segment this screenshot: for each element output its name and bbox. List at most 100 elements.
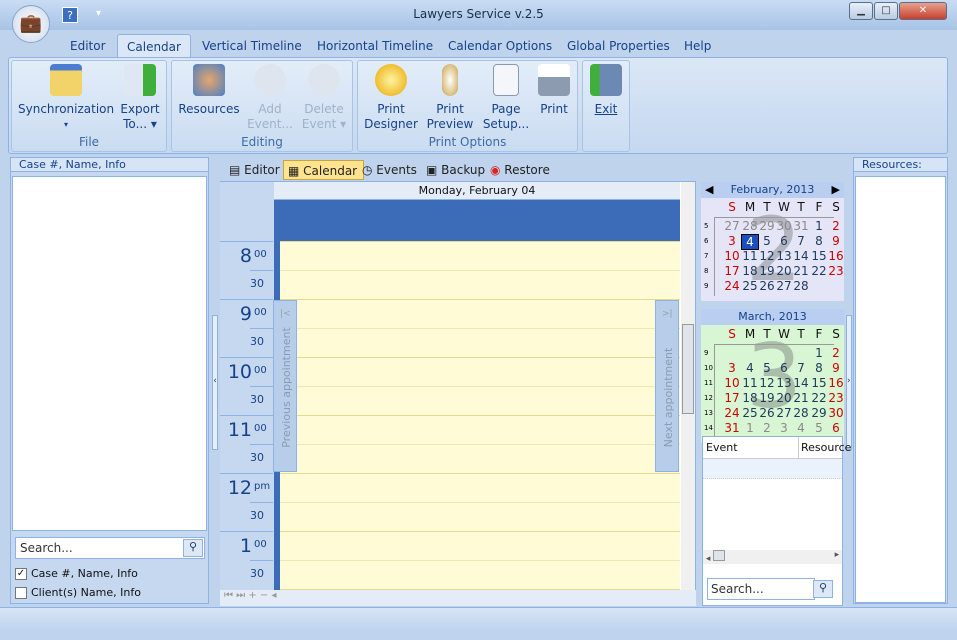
calendar-day[interactable]: 4 <box>741 234 759 250</box>
calendar-day[interactable]: 16 <box>827 249 844 263</box>
calendar-day[interactable]: 30 <box>827 406 844 420</box>
grid-new-row[interactable] <box>703 459 842 479</box>
day-time-grid[interactable] <box>274 241 680 590</box>
export-button[interactable]: Export To... ▾ <box>118 64 162 132</box>
calendar-day[interactable]: 24 <box>723 279 741 293</box>
view-tab-editor[interactable]: ▤ Editor <box>225 160 286 180</box>
calendar-day[interactable]: 26 <box>758 279 776 293</box>
calendar-day[interactable]: 8 <box>810 234 828 248</box>
calendar-day[interactable]: 13 <box>775 249 793 263</box>
delete-event-button[interactable]: Delete Event ▾ <box>298 64 350 132</box>
exit-button[interactable]: Exit <box>586 64 626 117</box>
view-tab-calendar[interactable]: ▦ Calendar <box>283 160 365 180</box>
column-resource[interactable]: Resource <box>798 437 851 459</box>
close-button[interactable]: ✕ <box>899 2 947 20</box>
print-preview-button[interactable]: Print Preview <box>424 64 476 132</box>
calendar-day[interactable]: 13 <box>775 376 793 390</box>
previous-appointment-button[interactable]: |< Previous appointment <box>273 300 297 472</box>
event-search-input[interactable]: Search... <box>707 578 815 600</box>
option-client-info[interactable]: Client(s) Name, Info <box>15 586 141 599</box>
calendar-day[interactable]: 11 <box>741 376 759 390</box>
page-setup-button[interactable]: Page Setup... <box>482 64 530 132</box>
calendar-day[interactable]: 17 <box>723 391 741 405</box>
calendar-day[interactable]: 9 <box>827 234 844 248</box>
calendar-day[interactable]: 3 <box>723 234 741 248</box>
calendar-day[interactable]: 7 <box>792 361 810 375</box>
calendar-day[interactable]: 25 <box>741 406 759 420</box>
calendar-day[interactable]: 18 <box>741 264 759 278</box>
calendar-day[interactable]: 31 <box>792 219 810 233</box>
right-splitter[interactable]: › <box>846 315 852 450</box>
calendar-day[interactable]: 1 <box>741 421 759 435</box>
calendar-day[interactable]: 28 <box>792 279 810 293</box>
calendar-day[interactable]: 4 <box>792 421 810 435</box>
view-tab-events[interactable]: ◷ Events <box>358 160 423 180</box>
next-month-arrow-icon[interactable]: ▶ <box>832 183 840 196</box>
checkbox[interactable]: ✓ <box>15 568 27 580</box>
calendar-day[interactable]: 30 <box>775 219 793 233</box>
calendar-day[interactable]: 1 <box>810 346 828 360</box>
calendar-day[interactable]: 27 <box>775 279 793 293</box>
calendar-day[interactable]: 27 <box>775 406 793 420</box>
calendar-day[interactable]: 18 <box>741 391 759 405</box>
add-event-button[interactable]: Add Event... <box>245 64 295 132</box>
calendar-day[interactable]: 6 <box>775 234 793 248</box>
calendar-day[interactable]: 24 <box>723 406 741 420</box>
view-tab-backup[interactable]: ▣ Backup <box>422 160 491 180</box>
calendar-day[interactable]: 1 <box>810 219 828 233</box>
calendar-day[interactable]: 29 <box>758 219 776 233</box>
calendar-day[interactable]: 16 <box>827 376 844 390</box>
calendar-day[interactable]: 11 <box>741 249 759 263</box>
calendar-day[interactable]: 12 <box>758 376 776 390</box>
calendar-day[interactable]: 10 <box>723 249 741 263</box>
calendar-day[interactable]: 22 <box>810 391 828 405</box>
calendar-day[interactable]: 10 <box>723 376 741 390</box>
calendar-day[interactable]: 6 <box>827 421 844 435</box>
minimize-button[interactable]: ▁ <box>849 2 873 20</box>
calendar-day[interactable]: 19 <box>758 264 776 278</box>
option-case-info[interactable]: ✓ Case #, Name, Info <box>15 567 138 580</box>
calendar-day[interactable]: 5 <box>810 421 828 435</box>
synchronization-button[interactable]: Synchronization ▾ <box>18 64 114 132</box>
print-designer-button[interactable]: Print Designer <box>364 64 418 132</box>
calendar-day[interactable]: 6 <box>775 361 793 375</box>
tab-calendar-options[interactable]: Calendar Options <box>439 34 561 58</box>
calendar-day[interactable]: 8 <box>810 361 828 375</box>
binoculars-search-icon[interactable]: ⚲ <box>183 539 203 557</box>
calendar-day[interactable]: 26 <box>758 406 776 420</box>
qat-dropdown[interactable]: ▾ <box>96 8 101 19</box>
calendar-day[interactable]: 2 <box>827 346 844 360</box>
calendar-day[interactable]: 5 <box>758 361 776 375</box>
calendar-day[interactable]: 23 <box>827 264 844 278</box>
calendar-day[interactable]: 7 <box>792 234 810 248</box>
resources-list[interactable] <box>855 176 946 603</box>
vertical-scrollbar[interactable] <box>681 182 695 590</box>
binoculars-search-icon[interactable]: ⚲ <box>813 580 833 598</box>
navigation-bar[interactable]: ⏮ ⏭ + − ◂ <box>220 590 696 606</box>
next-appointment-button[interactable]: >| Next appointment <box>655 300 679 472</box>
calendar-day[interactable]: 29 <box>810 406 828 420</box>
calendar-day[interactable]: 3 <box>775 421 793 435</box>
checkbox[interactable] <box>15 587 27 599</box>
horizontal-scrollbar[interactable]: ◂ ▸ <box>703 550 842 564</box>
calendar-day[interactable]: 20 <box>775 264 793 278</box>
print-button[interactable]: Print <box>534 64 574 117</box>
tab-global-properties[interactable]: Global Properties <box>558 34 679 58</box>
calendar-day[interactable]: 14 <box>792 376 810 390</box>
tab-vertical-timeline[interactable]: Vertical Timeline <box>193 34 311 58</box>
tab-help[interactable]: Help <box>675 34 720 58</box>
prev-month-arrow-icon[interactable]: ◀ <box>705 183 713 196</box>
calendar-day[interactable]: 12 <box>758 249 776 263</box>
calendar-day[interactable]: 22 <box>810 264 828 278</box>
calendar-day[interactable]: 28 <box>792 406 810 420</box>
column-event[interactable]: Event <box>706 437 738 459</box>
calendar-day[interactable]: 28 <box>741 219 759 233</box>
help-icon[interactable]: ? <box>62 7 78 23</box>
tab-editor[interactable]: Editor <box>61 34 115 58</box>
tab-horizontal-timeline[interactable]: Horizontal Timeline <box>308 34 442 58</box>
maximize-button[interactable]: □ <box>874 2 898 20</box>
calendar-day[interactable]: 4 <box>741 361 759 375</box>
app-menu-button[interactable]: 💼 <box>12 5 50 43</box>
calendar-day[interactable]: 15 <box>810 249 828 263</box>
calendar-day[interactable]: 14 <box>792 249 810 263</box>
